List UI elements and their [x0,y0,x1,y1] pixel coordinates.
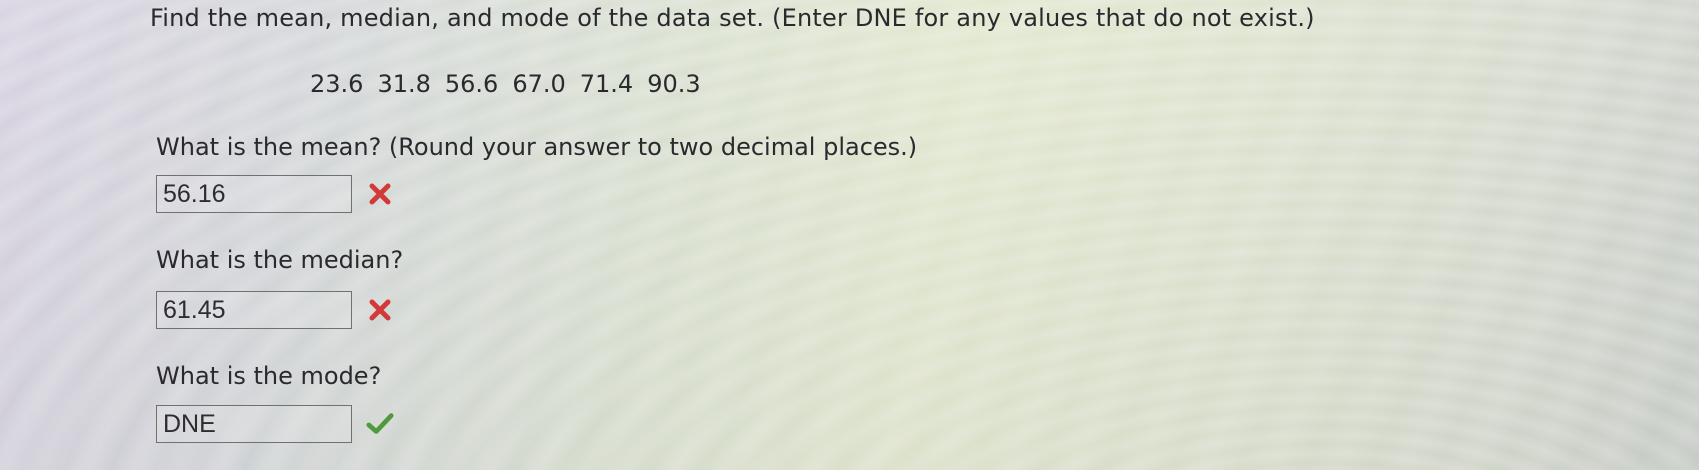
mode-prompt: What is the mode? [156,362,382,390]
data-set-values: 23.6 31.8 56.6 67.0 71.4 90.3 [310,70,701,98]
data-value: 23.6 [310,70,364,98]
x-mark-icon [366,180,394,208]
mean-answer-input[interactable]: 56.16 [156,175,352,213]
mean-prompt: What is the mean? (Round your answer to … [156,133,918,161]
data-value: 67.0 [512,70,566,98]
data-value: 71.4 [579,70,634,98]
mean-answer-row: 56.16 [156,175,394,213]
mode-answer-input[interactable]: DNE [156,405,352,443]
data-value: 56.6 [444,70,499,98]
mode-answer-row: DNE [156,405,394,443]
median-answer-row: 61.45 [156,291,394,329]
check-mark-icon [366,410,394,438]
question-panel: Find the mean, median, and mode of the d… [0,0,1699,470]
data-value: 31.8 [377,70,431,98]
median-answer-input[interactable]: 61.45 [156,291,352,329]
data-value: 90.3 [647,70,701,98]
x-mark-icon [366,296,394,324]
question-text: Find the mean, median, and mode of the d… [150,4,1315,32]
median-prompt: What is the median? [156,246,404,274]
